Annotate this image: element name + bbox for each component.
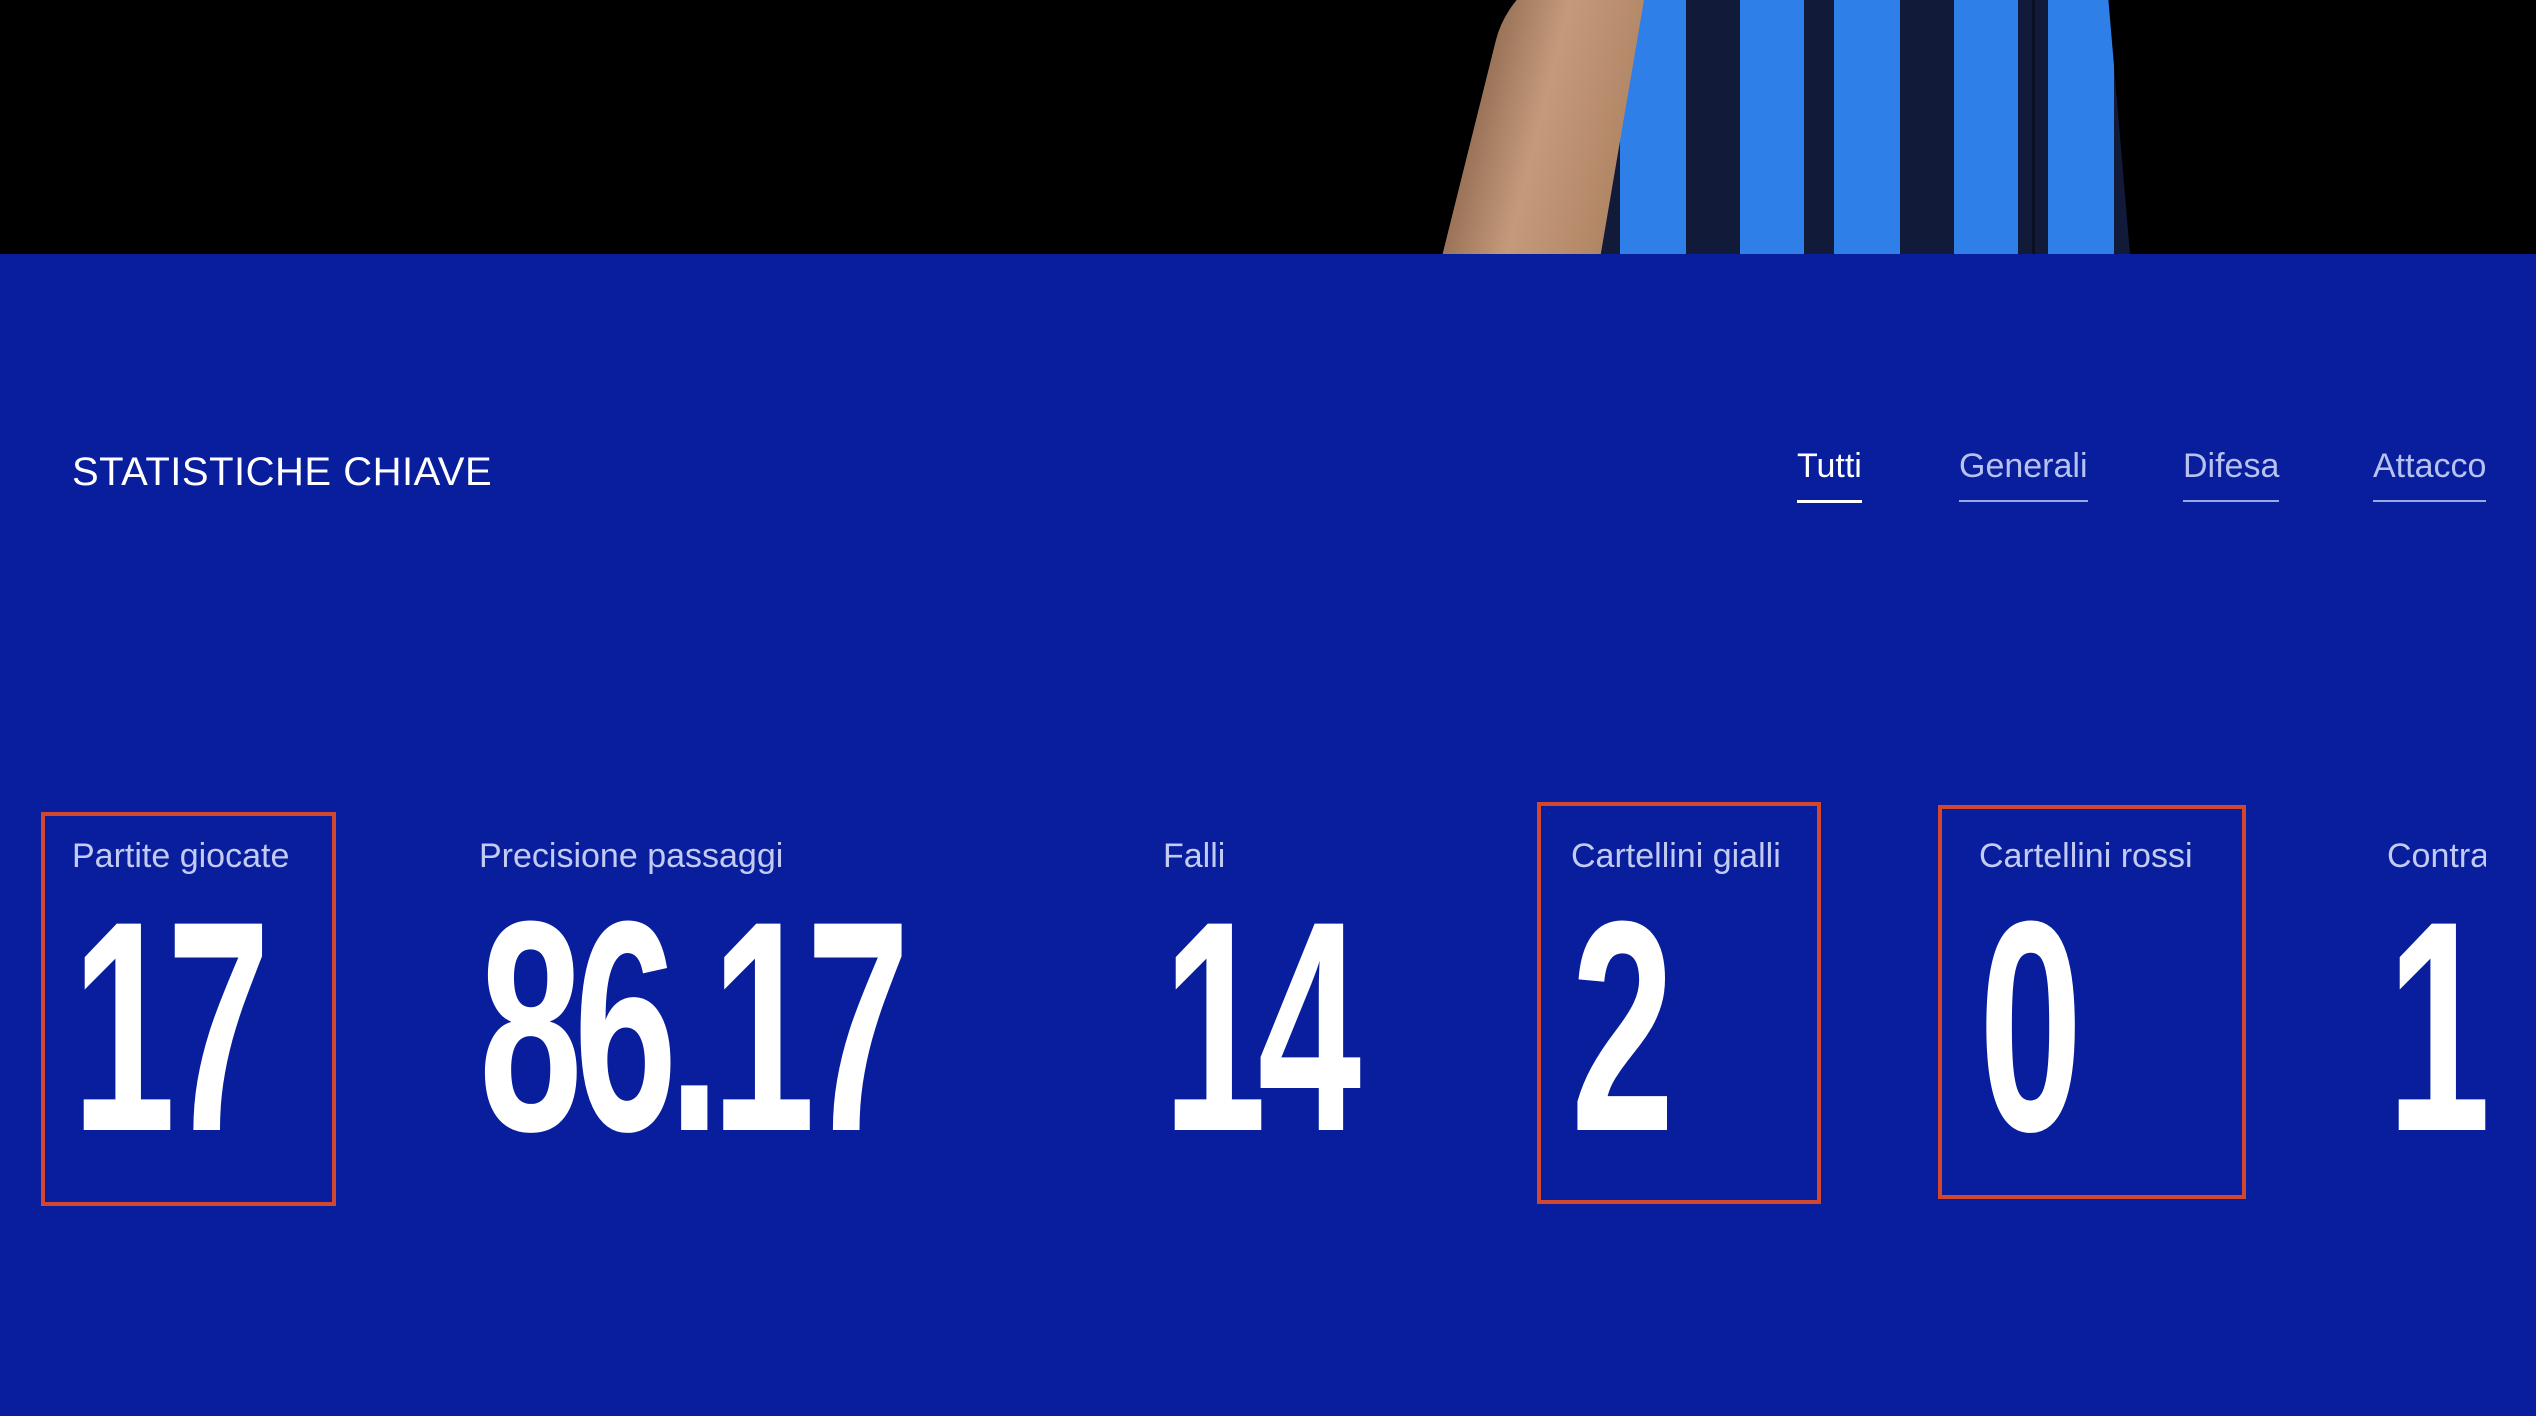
stat-falli: Falli 14 (1163, 834, 1469, 1194)
carousel-clip-edge (2486, 254, 2536, 1416)
highlight-box-partite-giocate (41, 812, 336, 1206)
highlight-box-cartellini-rossi (1938, 805, 2246, 1199)
player-photo (1440, 0, 2160, 254)
hero-banner (0, 0, 2536, 254)
tab-generali[interactable]: Generali (1959, 444, 2088, 502)
stat-value: 86.17 (479, 858, 910, 1194)
tab-attacco[interactable]: Attacco (2373, 444, 2487, 502)
highlight-box-cartellini-gialli (1537, 802, 1821, 1204)
section-title: STATISTICHE CHIAVE (72, 450, 493, 494)
player-jersey (1600, 0, 2130, 254)
key-stats-section: STATISTICHE CHIAVE Tutti Generali Difesa… (0, 254, 2536, 1416)
tab-tutti[interactable]: Tutti (1797, 444, 1862, 503)
tab-difesa[interactable]: Difesa (2183, 444, 2280, 502)
stat-value: 14 (1163, 858, 1361, 1194)
jersey-seam (2032, 0, 2035, 254)
stat-precisione-passaggi: Precisione passaggi 86.17 (479, 834, 1160, 1194)
